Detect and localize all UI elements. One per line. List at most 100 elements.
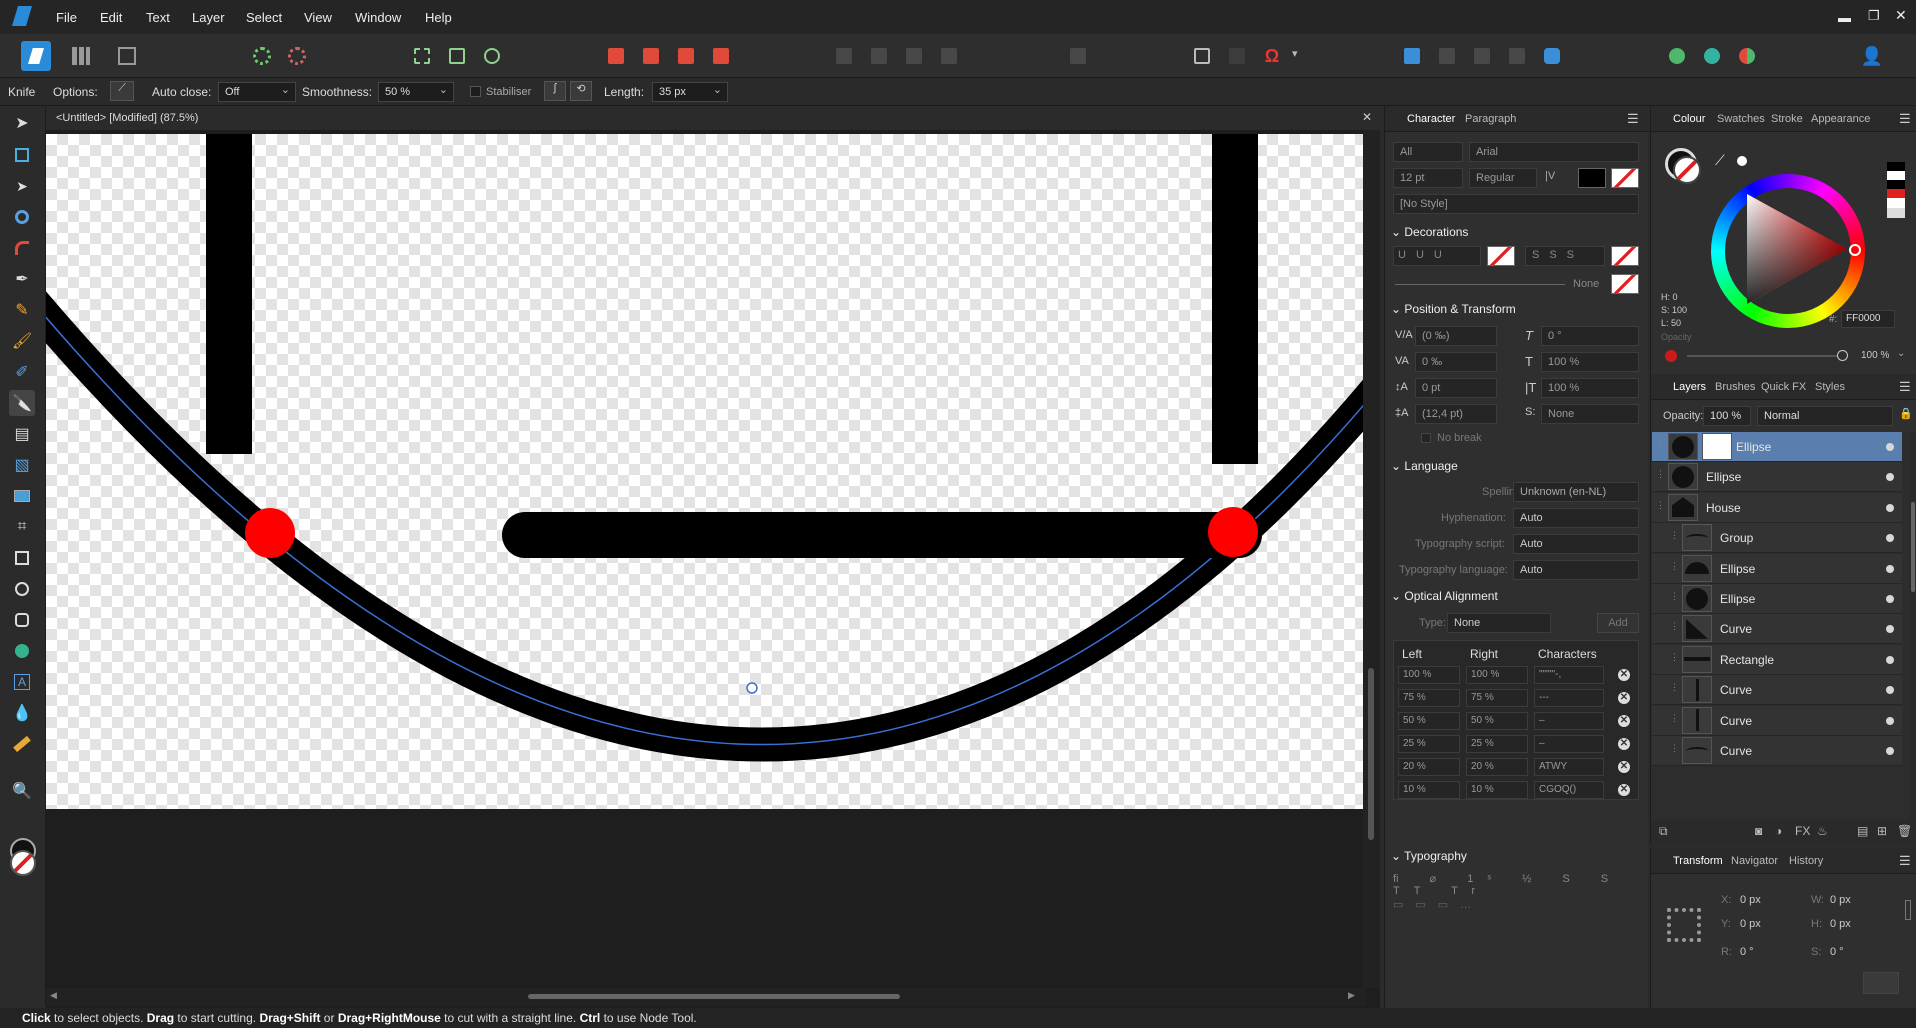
kerning-icon[interactable]: |V: [1545, 170, 1555, 182]
optical-add-button[interactable]: Add: [1597, 613, 1639, 633]
boolean-add-icon[interactable]: [1397, 41, 1427, 71]
optical-left-input[interactable]: 100 %: [1398, 666, 1460, 684]
tab-character[interactable]: Character: [1407, 113, 1455, 125]
document-tab[interactable]: <Untitled> [Modified] (87.5%) ✕: [46, 106, 1380, 130]
opacity-slider[interactable]: [1687, 355, 1845, 357]
layers-scrollbar[interactable]: [1909, 432, 1916, 820]
node-tool-icon[interactable]: ➤: [9, 173, 35, 199]
remove-row-icon[interactable]: ✕: [1618, 738, 1630, 750]
baseline-input[interactable]: 0 pt: [1415, 378, 1497, 398]
insert-inside-icon[interactable]: [1662, 41, 1692, 71]
flip-icon[interactable]: [1187, 41, 1217, 71]
app-logo-icon[interactable]: [12, 6, 32, 26]
order-front-icon[interactable]: [706, 41, 736, 71]
language-header[interactable]: ⌄ Language: [1391, 459, 1458, 473]
hue-wheel[interactable]: [1711, 174, 1865, 328]
font-size-dropdown[interactable]: 12 pt: [1393, 168, 1463, 188]
window-mode-icon[interactable]: ⟲: [570, 81, 592, 101]
tab-navigator[interactable]: Navigator: [1731, 855, 1778, 867]
rope-mode-icon[interactable]: ʃ: [544, 81, 566, 101]
pen-tool-icon[interactable]: ✒: [9, 266, 35, 292]
rounded-rect-tool-icon[interactable]: [9, 607, 35, 633]
shear-input[interactable]: 0 °: [1541, 326, 1639, 346]
stroke-swatch-icon[interactable]: [10, 850, 36, 876]
opacity-chevron-icon[interactable]: ⌄: [1897, 348, 1905, 359]
align-top-icon[interactable]: [934, 41, 964, 71]
y-input[interactable]: 0 px: [1733, 914, 1797, 934]
add-fx-icon[interactable]: FX: [1795, 824, 1810, 838]
tab-brushes[interactable]: Brushes: [1715, 381, 1755, 393]
menu-help[interactable]: Help: [425, 10, 452, 25]
leading-input[interactable]: (12,4 pt): [1415, 404, 1497, 424]
w-input[interactable]: 0 px: [1823, 890, 1887, 910]
menu-text[interactable]: Text: [146, 10, 170, 25]
layer-visibility-icon[interactable]: [1886, 686, 1894, 695]
transform-panel-menu-icon[interactable]: ☰: [1899, 853, 1911, 869]
strike-buttons[interactable]: SSS: [1525, 246, 1605, 266]
transform-origin-button[interactable]: [1863, 972, 1899, 994]
layer-visibility-icon[interactable]: [1886, 655, 1894, 664]
remove-row-icon[interactable]: ✕: [1618, 669, 1630, 681]
move-tool-icon[interactable]: ➤: [9, 110, 35, 136]
restore-icon[interactable]: ❐: [1868, 8, 1880, 24]
blend-mode-dropdown[interactable]: Normal: [1757, 406, 1893, 426]
layer-visibility-icon[interactable]: [1886, 443, 1894, 451]
stabiliser-checkbox[interactable]: [470, 86, 481, 97]
menu-window[interactable]: Window: [355, 10, 401, 25]
stroke-colour-swatch[interactable]: [1673, 156, 1701, 184]
text-fill-swatch[interactable]: [1578, 168, 1606, 188]
tracking-input[interactable]: 0 ‰: [1415, 352, 1497, 372]
ellipse-tool-icon[interactable]: [9, 576, 35, 602]
hscroll-thumb[interactable]: [528, 994, 900, 999]
text-stroke-swatch[interactable]: [1611, 168, 1639, 188]
typography-language-dropdown[interactable]: Auto: [1513, 560, 1639, 580]
layer-visibility-icon[interactable]: [1886, 747, 1894, 755]
close-document-icon[interactable]: ✕: [1362, 110, 1372, 124]
align-center-icon[interactable]: [864, 41, 894, 71]
optical-chars-input[interactable]: –: [1534, 712, 1604, 730]
layer-row[interactable]: ⋮⋮ Curve: [1652, 614, 1902, 645]
optical-type-dropdown[interactable]: None: [1447, 613, 1551, 633]
font-weight-dropdown[interactable]: Regular: [1469, 168, 1537, 188]
designer-persona-icon[interactable]: [21, 41, 51, 71]
optical-right-input[interactable]: 25 %: [1466, 735, 1528, 753]
optical-chars-input[interactable]: ATWY: [1534, 758, 1604, 776]
layer-visibility-icon[interactable]: [1886, 564, 1894, 573]
order-backward-icon[interactable]: [636, 41, 666, 71]
pressure-brush-icon[interactable]: ✐: [9, 359, 35, 385]
snap-options-chevron-icon[interactable]: ▾: [1292, 47, 1298, 60]
tab-colour[interactable]: Colour: [1673, 113, 1705, 125]
rotation-input[interactable]: 0 °: [1733, 942, 1797, 962]
layer-visibility-icon[interactable]: [1886, 503, 1894, 512]
strike-color-swatch[interactable]: [1611, 246, 1639, 266]
order-forward-icon[interactable]: [671, 41, 701, 71]
menu-layer[interactable]: Layer: [192, 10, 225, 25]
underline-buttons[interactable]: UUU: [1393, 246, 1481, 266]
optical-left-input[interactable]: 25 %: [1398, 735, 1460, 753]
boolean-subtract-icon[interactable]: [1432, 41, 1462, 71]
layer-visibility-icon[interactable]: [1886, 625, 1894, 634]
typography-script-dropdown[interactable]: Auto: [1513, 534, 1639, 554]
crop-tool-icon[interactable]: ⌗: [9, 514, 35, 540]
menu-view[interactable]: View: [304, 10, 332, 25]
typography-buttons-row2[interactable]: ▭▭▭…: [1393, 898, 1493, 918]
layer-row[interactable]: ⋮⋮ Ellipse: [1652, 462, 1902, 493]
style-dropdown[interactable]: [No Style]: [1393, 194, 1639, 214]
group-layer-icon[interactable]: ⊞: [1877, 824, 1887, 838]
layer-row[interactable]: ⋮⋮ Ellipse: [1652, 432, 1902, 462]
boolean-xor-icon[interactable]: [1502, 41, 1532, 71]
spelling-dropdown[interactable]: Unknown (en-NL): [1513, 482, 1639, 502]
colour-panel-menu-icon[interactable]: ☰: [1899, 111, 1911, 127]
shear-transform-input[interactable]: 0 °: [1823, 942, 1887, 962]
optical-chars-input[interactable]: –: [1534, 735, 1604, 753]
remove-row-icon[interactable]: ✕: [1618, 715, 1630, 727]
pencil-tool-icon[interactable]: ✎: [9, 297, 35, 323]
text-tool-icon[interactable]: A: [9, 669, 35, 695]
insert-top-icon[interactable]: [1732, 41, 1762, 71]
menu-edit[interactable]: Edit: [100, 10, 122, 25]
vscale-input[interactable]: 100 %: [1541, 352, 1639, 372]
boolean-divide-icon[interactable]: [1537, 41, 1567, 71]
layer-visibility-icon[interactable]: [1886, 473, 1894, 482]
magnet-snap-icon[interactable]: Ω: [1257, 41, 1287, 71]
x-input[interactable]: 0 px: [1733, 890, 1797, 910]
